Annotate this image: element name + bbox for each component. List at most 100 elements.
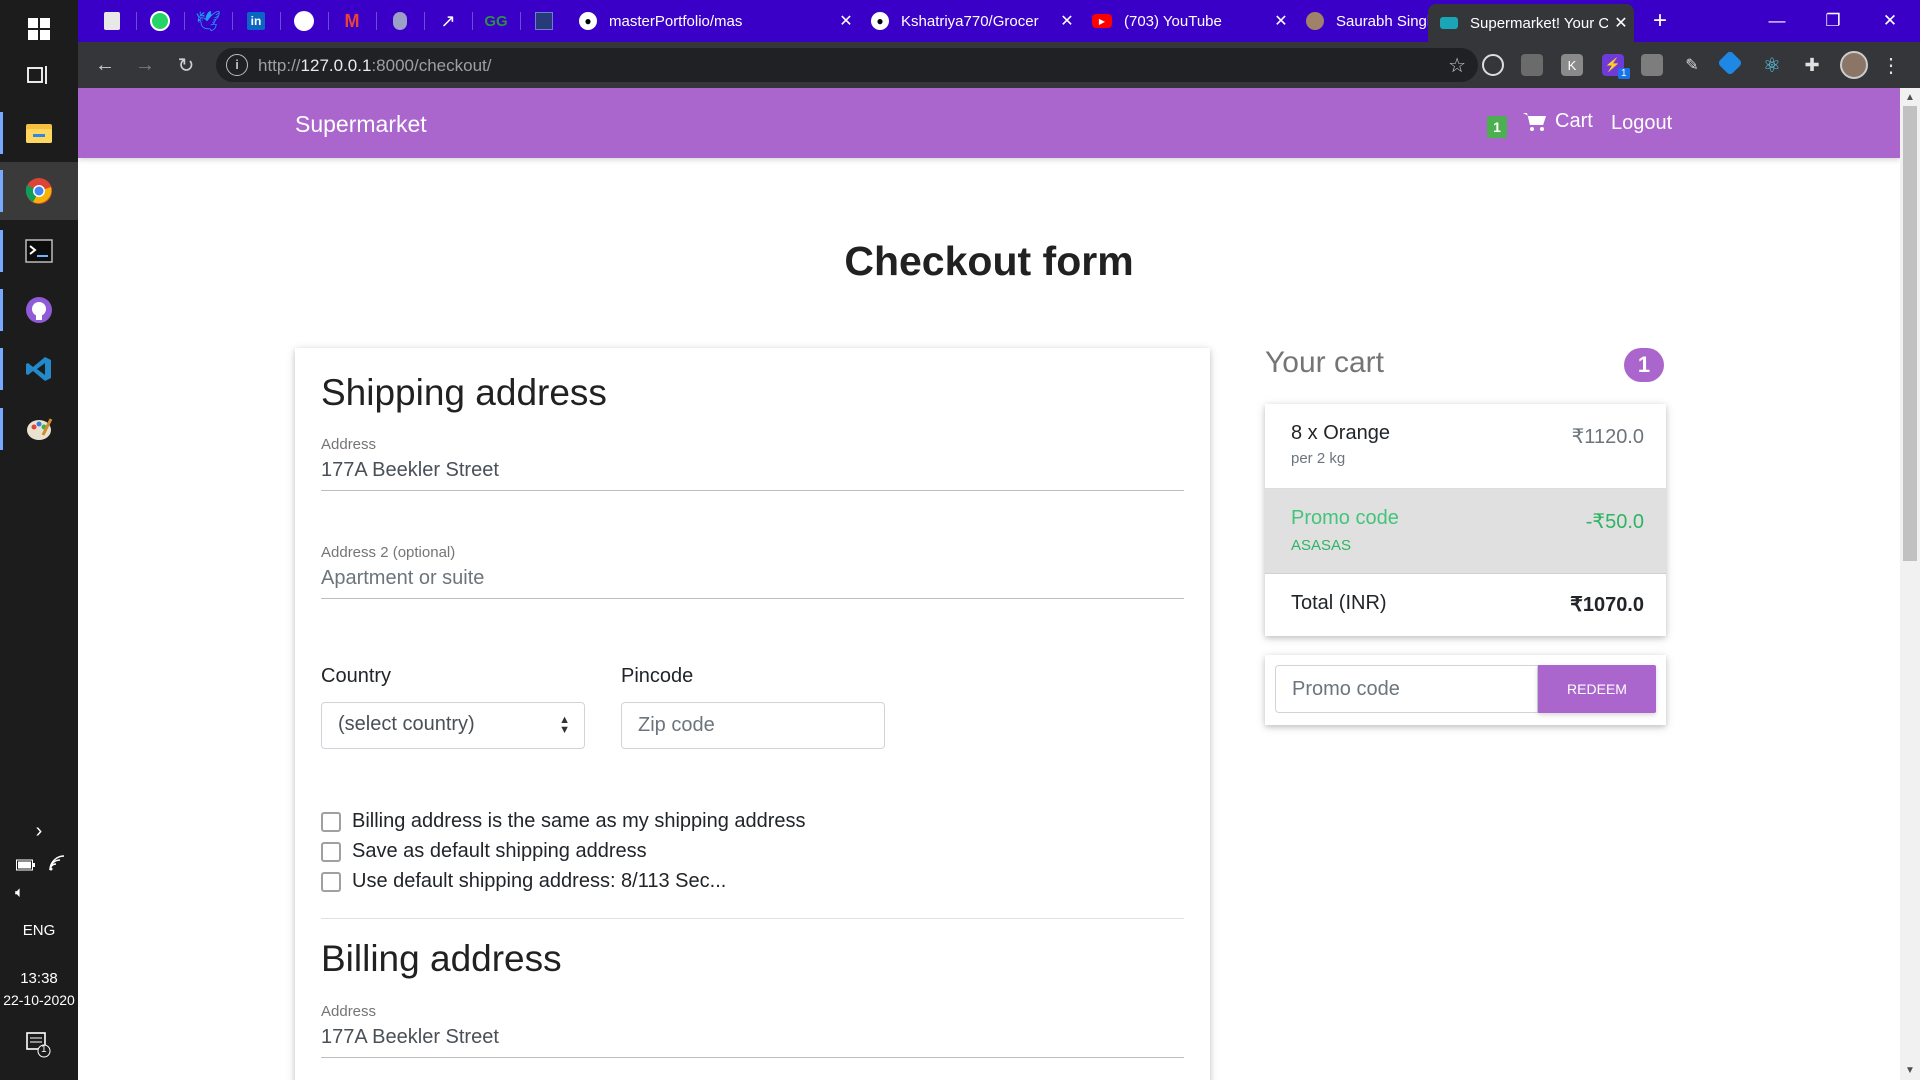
checkbox[interactable]: [321, 871, 341, 892]
site-navbar: Supermarket 1 Cart Logout: [78, 88, 1900, 158]
clock-time[interactable]: 13:38: [0, 970, 78, 987]
close-tab-icon[interactable]: ✕: [1054, 11, 1080, 31]
reload-button[interactable]: ↻: [171, 50, 201, 80]
checkbox[interactable]: [321, 841, 341, 862]
extension-k-icon[interactable]: K: [1561, 54, 1583, 76]
pinned-tab-analytics[interactable]: ↗: [425, 0, 471, 42]
checkbox[interactable]: [321, 811, 341, 832]
close-tab-icon[interactable]: ✕: [833, 11, 859, 31]
browser-tab-strip: 🕊︎ in M ↗ GG ● masterPortfolio/mas ✕ ● K…: [78, 0, 1920, 42]
cart-label: Cart: [1555, 110, 1593, 132]
extension-office-icon[interactable]: [1641, 54, 1663, 76]
checkbox-label: Save as default shipping address: [352, 840, 647, 862]
scroll-down-icon[interactable]: ▼: [1905, 1065, 1915, 1076]
bookmark-star-icon[interactable]: ☆: [1448, 53, 1466, 78]
pinned-tab-bug[interactable]: [377, 0, 423, 42]
pinned-tab-geeksforgeeks[interactable]: GG: [473, 0, 519, 42]
shipping-address-input[interactable]: [321, 451, 1184, 491]
pincode-input[interactable]: [621, 702, 885, 749]
gmail-icon: M: [344, 10, 360, 31]
github-icon: ●: [579, 12, 597, 30]
url-scheme: http://: [258, 56, 301, 75]
pinned-tab-gmail[interactable]: M: [329, 0, 375, 42]
cart-link[interactable]: Cart: [1523, 110, 1593, 133]
address-bar[interactable]: i http://127.0.0.1:8000/checkout/ ☆: [216, 48, 1478, 82]
taskbar-chrome[interactable]: [0, 162, 78, 220]
redeem-button[interactable]: REDEEM: [1538, 665, 1656, 713]
pinned-tab-twitter[interactable]: 🕊︎: [185, 0, 231, 42]
taskbar-paint[interactable]: [0, 400, 78, 458]
new-tab-button[interactable]: +: [1640, 0, 1680, 42]
save-default-checkbox-row[interactable]: Save as default shipping address: [321, 840, 647, 863]
taskbar-github-desktop[interactable]: [0, 281, 78, 339]
url-text[interactable]: http://127.0.0.1:8000/checkout/: [258, 56, 491, 76]
pinned-tab-whatsapp[interactable]: [137, 0, 183, 42]
show-hidden-icons-chevron-icon[interactable]: ›: [0, 820, 78, 843]
pinned-tab-notes[interactable]: [521, 0, 567, 42]
clock-date[interactable]: 22-10-2020: [0, 992, 78, 1008]
taskbar-file-explorer[interactable]: [0, 104, 78, 162]
bug-icon: [393, 12, 407, 30]
extensions-puzzle-icon[interactable]: ✚: [1801, 54, 1823, 76]
taskbar-vscode[interactable]: [0, 340, 78, 398]
tab-youtube[interactable]: ▶ (703) YouTube ✕: [1080, 0, 1294, 42]
promo-name: Promo code: [1291, 507, 1399, 529]
close-tab-icon[interactable]: ✕: [1268, 11, 1294, 31]
promo-code-form: REDEEM: [1265, 655, 1666, 725]
taskbar-terminal[interactable]: [0, 222, 78, 280]
terminal-icon: [25, 239, 53, 263]
shipping-address2-input[interactable]: [321, 559, 1184, 599]
language-indicator[interactable]: ENG: [0, 922, 78, 939]
pincode-label: Pincode: [621, 665, 694, 687]
scroll-up-icon[interactable]: ▲: [1905, 92, 1915, 103]
shopping-cart-icon: [1523, 112, 1546, 131]
restore-button[interactable]: ❐: [1805, 0, 1861, 42]
tab-grocery-repo[interactable]: ● Kshatriya770/Grocer ✕: [859, 0, 1080, 42]
pinned-tab-linkedin[interactable]: in: [233, 0, 279, 42]
whatsapp-icon: [150, 11, 170, 31]
tab-supermarket[interactable]: Supermarket! Your C ✕: [1428, 4, 1634, 42]
task-view-button[interactable]: [0, 46, 78, 104]
forward-button[interactable]: →: [130, 50, 160, 80]
avatar-icon: [1306, 12, 1324, 30]
promo-line-item: Promo code ASASAS -₹50.0: [1265, 489, 1666, 574]
site-brand[interactable]: Supermarket: [295, 111, 427, 138]
running-indicator: [0, 289, 3, 331]
extension-speedometer-icon[interactable]: [1482, 54, 1504, 76]
tab-master-portfolio[interactable]: ● masterPortfolio/mas ✕: [567, 0, 859, 42]
checkout-form-card: Shipping address Address Address 2 (opti…: [295, 348, 1210, 1080]
folder-icon: [26, 124, 52, 143]
volume-icon[interactable]: 🔈︎: [15, 884, 24, 901]
select-caret-icon: ▲ ▼: [559, 714, 570, 736]
notification-center-icon[interactable]: 1: [26, 1032, 52, 1063]
profile-avatar[interactable]: [1840, 51, 1868, 79]
back-button[interactable]: ←: [90, 50, 120, 80]
minimize-button[interactable]: —: [1749, 0, 1805, 42]
promo-code-input[interactable]: [1275, 665, 1538, 713]
page-scrollbar[interactable]: ▲ ▼: [1900, 88, 1920, 1080]
tab-title: masterPortfolio/mas: [609, 12, 743, 30]
same-billing-checkbox-row[interactable]: Billing address is the same as my shippi…: [321, 810, 806, 833]
country-select[interactable]: (select country) ▲ ▼: [321, 702, 585, 749]
close-window-button[interactable]: ✕: [1862, 0, 1918, 42]
scrollbar-thumb[interactable]: [1903, 106, 1917, 561]
menu-kebab-icon[interactable]: ⋮: [1880, 54, 1902, 77]
close-tab-icon[interactable]: ✕: [1608, 13, 1634, 33]
billing-address-input[interactable]: [321, 1018, 1184, 1058]
item-name: 8 x Orange: [1291, 422, 1390, 444]
pinned-tab-docs[interactable]: [89, 0, 135, 42]
windows-taskbar: › 🔈︎ ENG 13:38 22-10-2020 1: [0, 0, 78, 1080]
minimize-icon: —: [1768, 11, 1786, 30]
extension-window-icon[interactable]: [1521, 54, 1543, 76]
extension-eyedropper-icon[interactable]: ✎: [1681, 54, 1703, 76]
pinned-tab-github[interactable]: [281, 0, 327, 42]
billing-address-title: Billing address: [321, 938, 562, 979]
react-devtools-icon[interactable]: ⚛: [1761, 54, 1783, 77]
use-default-checkbox-row[interactable]: Use default shipping address: 8/113 Sec.…: [321, 870, 726, 893]
wifi-icon[interactable]: [48, 854, 66, 877]
site-info-icon[interactable]: i: [226, 54, 248, 76]
extension-cube-icon[interactable]: [1717, 50, 1743, 76]
logout-link[interactable]: Logout: [1611, 112, 1672, 135]
twitter-icon: 🕊︎: [195, 10, 221, 33]
battery-icon[interactable]: [16, 858, 36, 876]
